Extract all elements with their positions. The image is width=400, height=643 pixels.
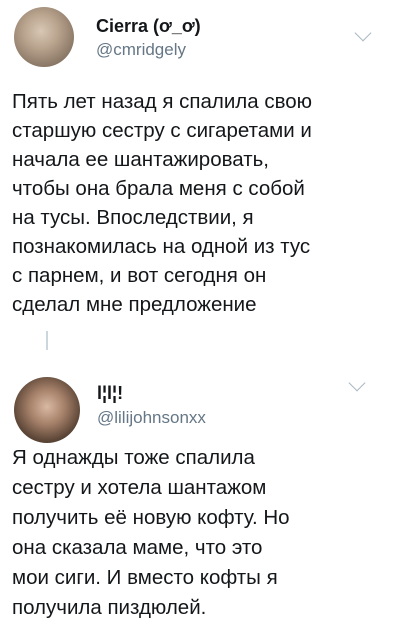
tweet-text-line: сделал мне предложение: [12, 293, 257, 316]
tweet-text: Пять лет назад я спалила свою старшую се…: [12, 87, 312, 319]
tweet-text-line: получить её новую кофту. Но: [12, 506, 290, 529]
tweet-text-line: начала ее шантажировать,: [12, 148, 269, 171]
tweet-cierra[interactable]: Cierra (ơ_ơ) @cmridgely Пять лет назад я…: [0, 0, 400, 345]
tweet-text-line: чтобы она брала меня с собой: [12, 177, 305, 200]
tweet-text-line: познакомилась на одной из тус: [12, 235, 311, 258]
tweet-text-line: Пять лет назад я спалила свою: [12, 90, 313, 113]
tweet-text: Я однажды тоже спалила сестру и хотела ш…: [12, 443, 290, 623]
chevron-down-icon[interactable]: [348, 374, 366, 392]
tweet-text-line: получила пиздюлей.: [12, 596, 207, 619]
tweet-text-line: старшую сестру с сигаретами и: [12, 119, 312, 142]
display-name[interactable]: Cierra (ơ_ơ): [96, 16, 201, 37]
chevron-down-icon[interactable]: [354, 24, 372, 42]
display-name[interactable]: l¦l¦!: [97, 383, 123, 404]
tweet-text-line: с парнем, и вот сегодня он: [12, 264, 267, 287]
tweet-text-line: Я однажды тоже спалила: [12, 446, 255, 469]
tweet-text-line: на тусы. Впоследствии, я: [12, 206, 254, 229]
tweet-text-line: она сказала маме, что это: [12, 536, 263, 559]
username-handle[interactable]: @lilijohnsonxx: [97, 408, 206, 428]
tweet-text-line: сестру и хотела шантажом: [12, 476, 267, 499]
avatar[interactable]: [14, 7, 74, 67]
tweet-text-line: мои сиги. И вместо кофты я: [12, 566, 278, 589]
tweet-lili[interactable]: l¦l¦! @lilijohnsonxx Я однажды тоже спал…: [0, 345, 400, 643]
username-handle[interactable]: @cmridgely: [96, 40, 186, 60]
avatar[interactable]: [14, 377, 80, 443]
